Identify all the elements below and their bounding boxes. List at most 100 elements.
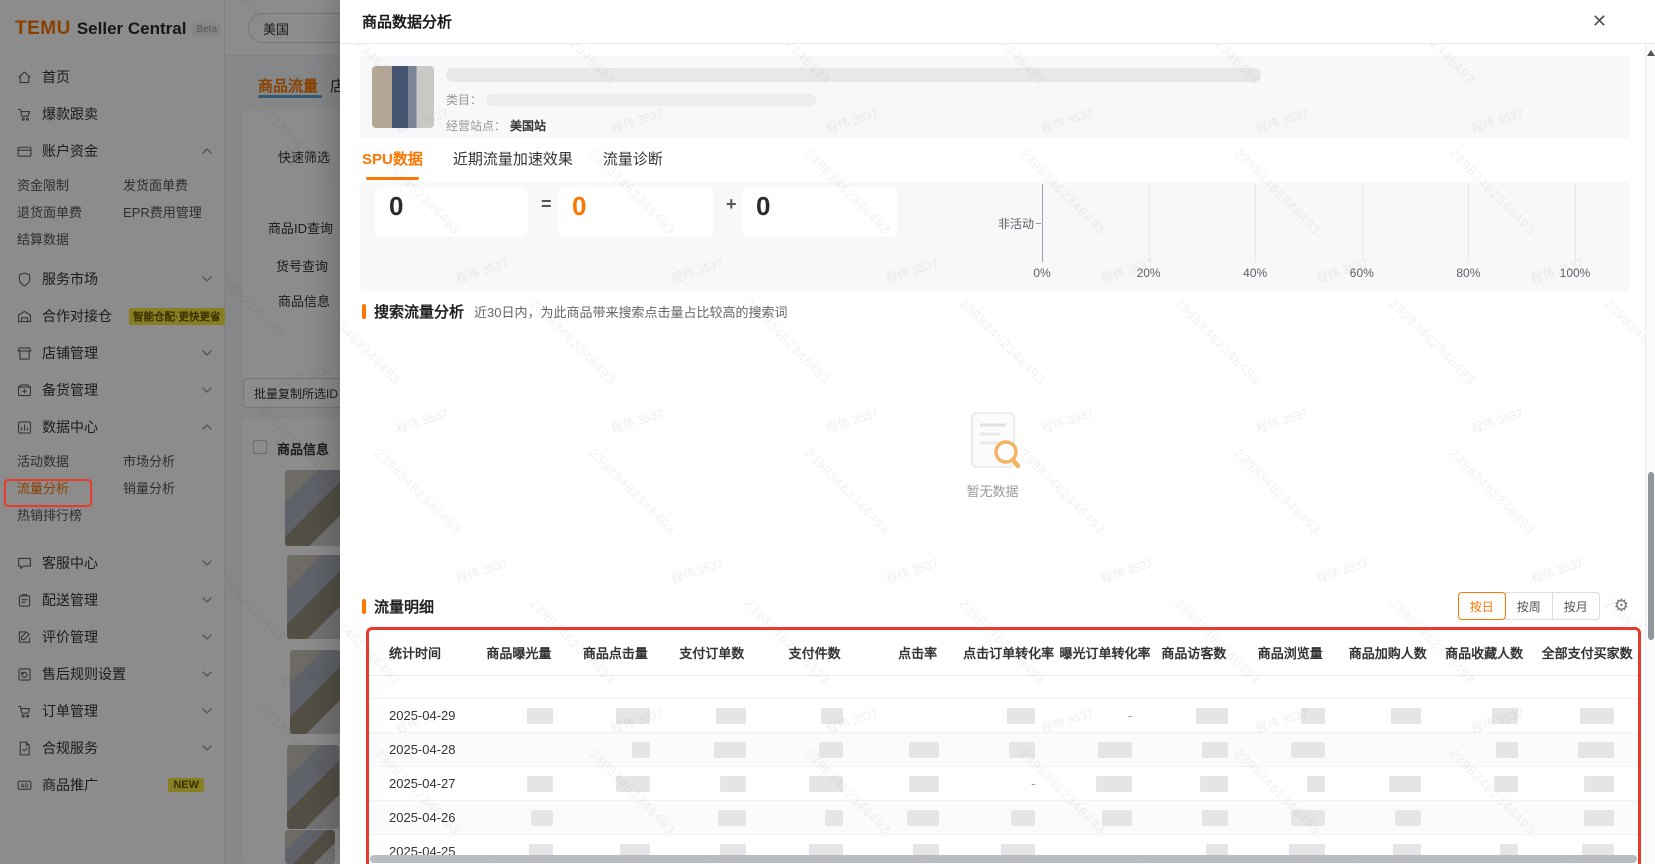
table-column-header: 点击订单转化率 [963, 646, 1055, 661]
table-cell-redacted [577, 775, 673, 792]
modal-header: 商品数据分析 ✕ [340, 0, 1655, 44]
table-column-header: 商品访客数 [1161, 646, 1227, 661]
search-traffic-section-header: 搜索流量分析 近30日内，为此商品带来搜索点击量占比较高的搜索词 [362, 301, 1645, 321]
orange-bar [362, 303, 366, 319]
chart-gridline [1468, 184, 1470, 262]
period-button-1[interactable]: 按周 [1504, 592, 1553, 620]
screen: TEMU Seller Central Beta 首页 爆款跟卖 账户资金 资金限制发… [0, 0, 1655, 864]
period-button-2[interactable]: 按月 [1551, 592, 1600, 620]
modal-tab-1[interactable]: 近期流量加速效果 [453, 148, 573, 176]
table-cell-date: 2025-04-26 [389, 810, 456, 825]
table-spacer [369, 676, 1638, 698]
redacted-value [720, 775, 747, 792]
table-row[interactable]: 2025-04-27 - [369, 766, 1638, 800]
period-button-0[interactable]: 按日 [1457, 592, 1506, 620]
table-cell-redacted [963, 809, 1059, 826]
no-data-search-icon [970, 411, 1020, 468]
section-title: 搜索流量分析 [374, 303, 465, 321]
table-cell-redacted [1252, 775, 1348, 792]
table-cell-redacted [867, 809, 963, 826]
chart-tick-label: 40% [1243, 266, 1268, 280]
table-cell-redacted [481, 707, 577, 724]
table-cell-redacted [1059, 775, 1155, 792]
table-cell-redacted [1542, 741, 1638, 758]
vertical-scrollbar[interactable] [1645, 44, 1655, 864]
table-cell-date: 2025-04-28 [389, 742, 456, 757]
scroll-up-arrow-icon[interactable] [1646, 50, 1655, 56]
table-cell-redacted [867, 775, 963, 792]
site-value: 美国站 [510, 119, 547, 133]
table-row[interactable]: 2025-04-29 - [369, 698, 1638, 732]
redacted-value [1196, 707, 1229, 724]
redacted-value [527, 775, 554, 792]
modal-tab-0[interactable]: SPU数据 [362, 148, 423, 180]
metric-value: 0 [572, 191, 587, 221]
metric-card-mid: 0 [558, 187, 713, 237]
table-settings-icon[interactable]: ⚙ [1614, 596, 1629, 616]
table-cell-redacted [1059, 741, 1155, 758]
redacted-value [1300, 707, 1325, 724]
table-cell-redacted [481, 809, 577, 826]
annotation-traffic-analysis [4, 479, 92, 507]
redacted-value [1097, 741, 1132, 758]
redacted-value [1290, 809, 1325, 826]
redacted-value [615, 775, 650, 792]
table-cell-redacted [1445, 707, 1541, 724]
redacted-value [1583, 809, 1614, 826]
table-cell-redacted [674, 809, 770, 826]
table-cell-redacted [770, 809, 866, 826]
metric-card-right: 0 [742, 187, 897, 237]
table-cell-redacted [1252, 741, 1348, 758]
chart-gridline [1575, 184, 1576, 262]
table-cell-redacted [963, 741, 1059, 758]
redacted-value [1007, 707, 1036, 724]
table-cell-redacted: - [1127, 708, 1132, 723]
product-analysis-modal: 商品数据分析 ✕ 类目： 经营站点： 美国站 SPU数据 近期流量加速效果 流量… [340, 0, 1655, 864]
chart-gridline [1042, 184, 1043, 262]
table-cell-redacted [1059, 809, 1155, 826]
product-info: 类目： 经营站点： 美国站 [446, 66, 1618, 133]
product-image-redacted [372, 66, 434, 128]
modal-tab-2[interactable]: 流量诊断 [603, 148, 663, 176]
table-column-header: 支付件数 [788, 646, 841, 661]
redacted-value [527, 707, 554, 724]
site-label: 经营站点： [446, 119, 507, 133]
redacted-value [820, 707, 843, 724]
redacted-value [1389, 775, 1422, 792]
modal-body: 类目： 经营站点： 美国站 SPU数据 近期流量加速效果 流量诊断 0 = 0 + … [340, 44, 1645, 864]
table-row[interactable]: 2025-04-28 [369, 732, 1638, 766]
redacted-value [1095, 775, 1132, 792]
modal-tabs: SPU数据 近期流量加速效果 流量诊断 [362, 148, 1645, 180]
redacted-value [1495, 741, 1518, 758]
redacted-value [907, 809, 940, 826]
table-cell-date: 2025-04-27 [389, 776, 456, 791]
redacted-value [1101, 809, 1132, 826]
close-icon[interactable]: ✕ [1592, 10, 1607, 32]
plus-sign: + [726, 194, 737, 214]
modal-title: 商品数据分析 [362, 14, 453, 31]
chart-tick-label: 80% [1456, 266, 1481, 280]
scrollbar-thumb[interactable] [1648, 472, 1654, 640]
table-cell-redacted [963, 707, 1059, 724]
section-title: 流量明细 [374, 598, 435, 616]
table-cell-redacted [867, 741, 963, 758]
table-row[interactable]: 2025-04-26 [369, 800, 1638, 834]
table-cell-redacted [1156, 707, 1252, 724]
redacted-value [718, 809, 747, 826]
redacted-value [909, 741, 940, 758]
redacted-value [1290, 741, 1325, 758]
chart-category-label: 非活动 [998, 217, 1035, 231]
category-label: 类目： [446, 93, 483, 107]
redacted-value [1202, 741, 1229, 758]
redacted-value [1202, 809, 1229, 826]
table-cell-redacted [1542, 809, 1638, 826]
category-value-redacted [486, 93, 817, 106]
no-data-text: 暂无数据 [966, 483, 1019, 499]
horizontal-scrollbar[interactable] [370, 855, 1637, 863]
chart-tick-label: 60% [1349, 266, 1374, 280]
traffic-detail-section-header: 流量明细 [362, 596, 434, 616]
redacted-value [808, 775, 843, 792]
table-cell-redacted [674, 741, 770, 758]
table-cell-redacted [1542, 707, 1638, 724]
table-cell-redacted [1156, 809, 1252, 826]
